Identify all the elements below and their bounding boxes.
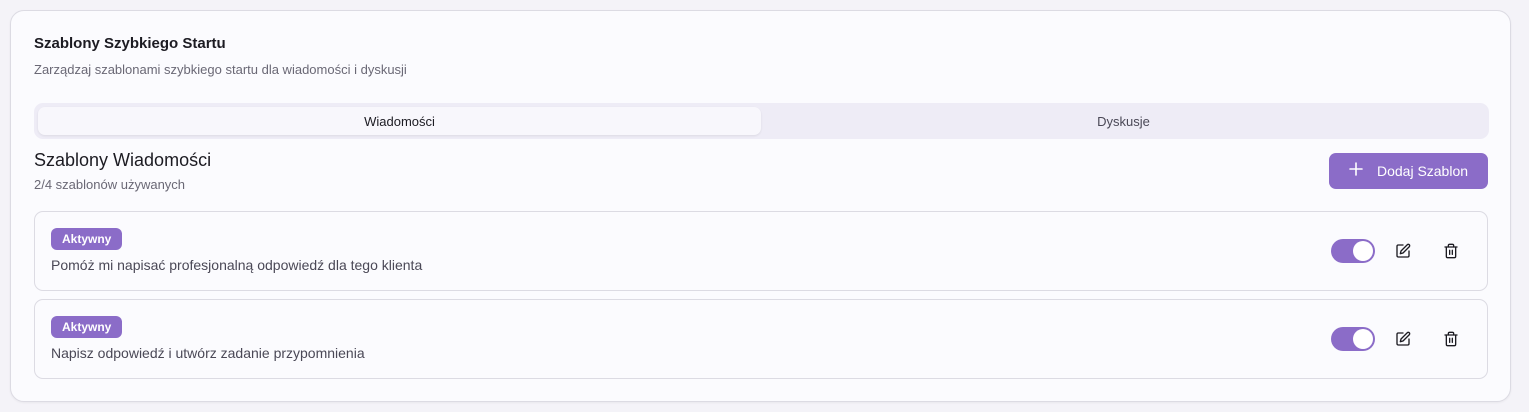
template-enabled-toggle[interactable]	[1331, 327, 1375, 351]
add-template-label: Dodaj Szablon	[1376, 163, 1469, 179]
tab-discussions[interactable]: Dyskusje	[762, 107, 1485, 135]
add-template-button[interactable]: Dodaj Szablon	[1329, 153, 1488, 189]
section-title: Szablony Wiadomości	[34, 150, 212, 170]
template-text: Pomóż mi napisać profesjonalną odpowiedź…	[51, 257, 423, 273]
edit-icon[interactable]	[1391, 239, 1415, 263]
template-item: Aktywny Pomóż mi napisać profesjonalną o…	[34, 211, 1488, 291]
trash-icon[interactable]	[1439, 239, 1463, 263]
status-badge: Aktywny	[51, 316, 123, 338]
toggle-knob	[1353, 241, 1373, 261]
card-title: Szablony Szybkiego Startu	[34, 35, 226, 52]
toggle-knob	[1353, 329, 1373, 349]
trash-icon[interactable]	[1439, 327, 1463, 351]
edit-icon[interactable]	[1391, 327, 1415, 351]
template-item: Aktywny Napisz odpowiedź i utwórz zadani…	[34, 299, 1488, 379]
card-subtitle: Zarządzaj szablonami szybkiego startu dl…	[34, 62, 407, 77]
quick-start-templates-card: Szablony Szybkiego Startu Zarządzaj szab…	[10, 10, 1511, 402]
template-usage-count: 2/4 szablonów używanych	[34, 177, 186, 192]
status-badge: Aktywny	[51, 228, 123, 250]
template-enabled-toggle[interactable]	[1331, 239, 1375, 263]
template-text: Napisz odpowiedź i utwórz zadanie przypo…	[51, 345, 365, 361]
tab-messages[interactable]: Wiadomości	[38, 107, 761, 135]
plus-icon	[1349, 160, 1363, 180]
tab-list: Wiadomości Dyskusje	[34, 103, 1489, 139]
